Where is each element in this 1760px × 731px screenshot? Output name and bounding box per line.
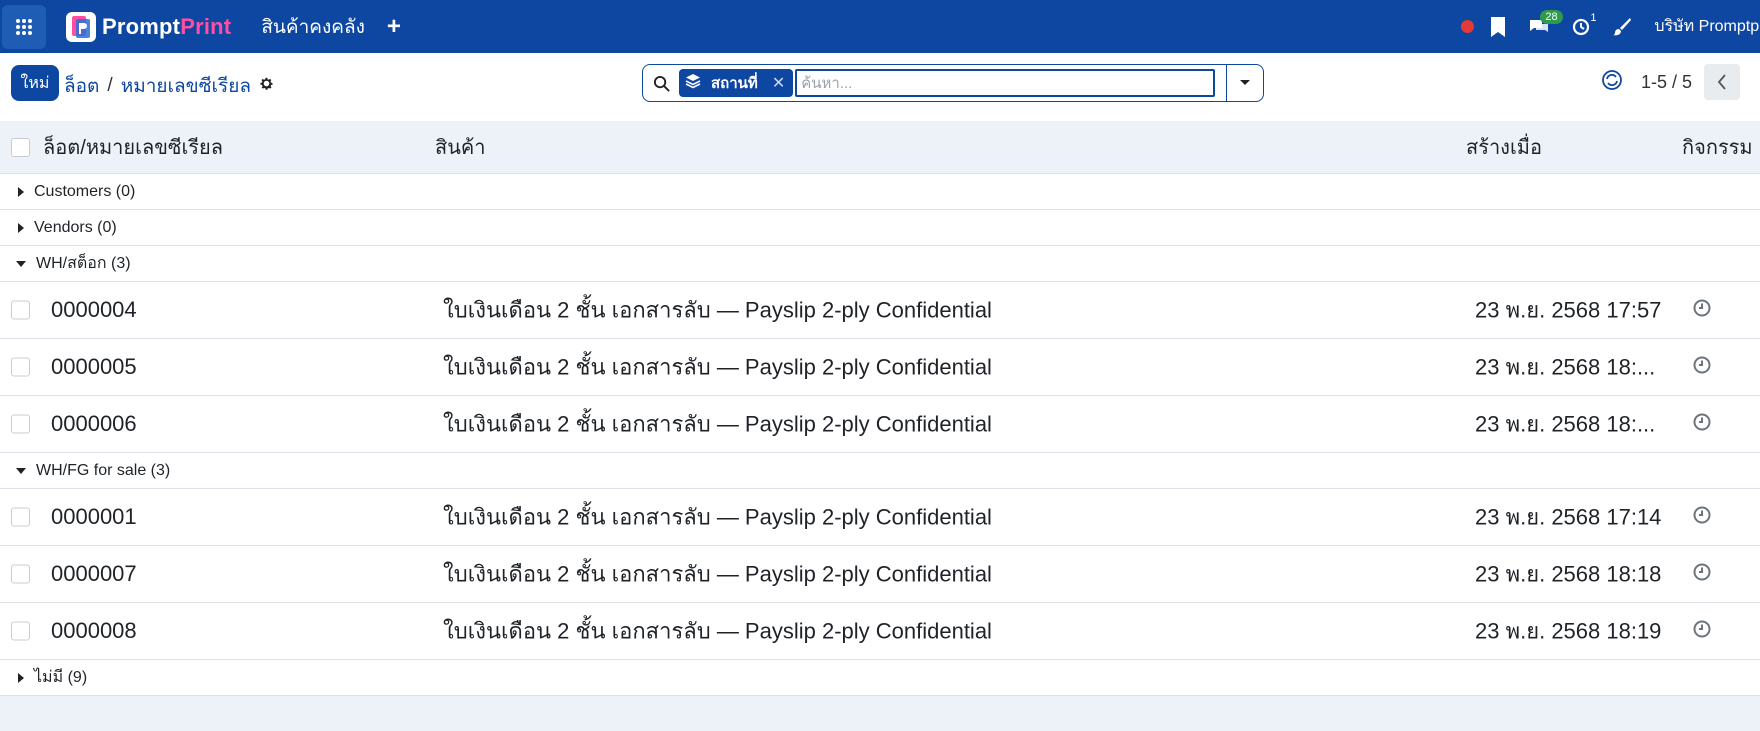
bookmark-icon[interactable] bbox=[1490, 16, 1506, 37]
activities-count: 1 bbox=[1590, 11, 1597, 24]
cell-lot-number: 0000007 bbox=[51, 561, 137, 586]
activities-icon[interactable]: 1 bbox=[1572, 12, 1596, 36]
messages-count-badge: 28 bbox=[1540, 9, 1563, 24]
row-checkbox[interactable] bbox=[11, 357, 30, 377]
gear-icon[interactable] bbox=[259, 75, 274, 97]
group-label: Customers (0) bbox=[34, 182, 136, 200]
cell-lot-number: 0000004 bbox=[51, 297, 137, 322]
cell-product: ใบเงินเดือน 2 ชั้น เอกสารลับ — Payslip 2… bbox=[443, 618, 992, 644]
table-header: ล็อต/หมายเลขซีเรียล สินค้า สร้างเมื่อ กิ… bbox=[0, 121, 1760, 174]
cell-product: ใบเงินเดือน 2 ชั้น เอกสารลับ — Payslip 2… bbox=[443, 354, 992, 380]
group-row[interactable]: Customers (0) bbox=[0, 174, 1760, 210]
breadcrumb-parent-link[interactable]: ล็อต bbox=[64, 71, 99, 101]
top-navbar: PromptPrint สินค้าคงคลัง + 28 1 บริษัท P… bbox=[0, 0, 1760, 54]
search-icon bbox=[643, 75, 679, 92]
row-checkbox[interactable] bbox=[11, 414, 30, 434]
column-header-created[interactable]: สร้างเมื่อ bbox=[1466, 131, 1542, 163]
breadcrumb-separator: / bbox=[107, 75, 113, 96]
activity-clock-icon[interactable] bbox=[1693, 504, 1711, 530]
group-row[interactable]: Vendors (0) bbox=[0, 210, 1760, 246]
pager: 1-5 / 5 bbox=[1601, 64, 1740, 100]
brush-icon[interactable] bbox=[1612, 17, 1632, 37]
table-row[interactable]: 0000001 ใบเงินเดือน 2 ชั้น เอกสารลับ — Pa… bbox=[0, 489, 1760, 546]
activity-clock-icon[interactable] bbox=[1693, 297, 1711, 323]
caret-right-icon bbox=[18, 222, 24, 233]
group-row[interactable]: WH/สต็อก (3) bbox=[0, 246, 1760, 282]
group-label: WH/FG for sale (3) bbox=[36, 461, 171, 479]
caret-right-icon bbox=[18, 672, 24, 683]
control-panel: ใหม่ ล็อต / หมายเลขซีเรียล สถานที่ ✕ 1-5… bbox=[0, 53, 1760, 121]
cell-created-date: 23 พ.ย. 2568 18:... bbox=[1475, 411, 1656, 437]
table-row[interactable]: 0000008 ใบเงินเดือน 2 ชั้น เอกสารลับ — Pa… bbox=[0, 603, 1760, 660]
activity-clock-icon[interactable] bbox=[1693, 561, 1711, 587]
group-row[interactable]: WH/FG for sale (3) bbox=[0, 453, 1760, 489]
brand-logo[interactable]: PromptPrint bbox=[66, 11, 232, 42]
table-row[interactable]: 0000004 ใบเงินเดือน 2 ชั้น เอกสารลับ — Pa… bbox=[0, 282, 1760, 339]
group-label: WH/สต็อก (3) bbox=[36, 255, 131, 272]
search-facet-location: สถานที่ ✕ bbox=[679, 69, 794, 97]
breadcrumb: ล็อต / หมายเลขซีเรียล bbox=[64, 71, 274, 101]
cell-created-date: 23 พ.ย. 2568 17:14 bbox=[1475, 504, 1662, 530]
recording-indicator-icon[interactable] bbox=[1461, 20, 1475, 33]
caret-down-icon bbox=[16, 467, 26, 474]
facet-label: สถานที่ bbox=[711, 75, 758, 92]
row-checkbox[interactable] bbox=[11, 507, 30, 527]
table-row[interactable]: 0000007 ใบเงินเดือน 2 ชั้น เอกสารลับ — Pa… bbox=[0, 546, 1760, 603]
cell-created-date: 23 พ.ย. 2568 18:19 bbox=[1475, 618, 1662, 644]
activity-clock-icon[interactable] bbox=[1693, 411, 1711, 437]
layers-icon bbox=[685, 73, 701, 93]
search-bar: สถานที่ ✕ bbox=[642, 64, 1264, 102]
caret-right-icon bbox=[18, 186, 24, 197]
menu-inventory[interactable]: สินค้าคงคลัง bbox=[261, 12, 365, 42]
activity-clock-icon[interactable] bbox=[1693, 618, 1711, 644]
search-options-toggle[interactable] bbox=[1226, 65, 1263, 101]
company-switcher[interactable]: บริษัท Promptpri bbox=[1654, 14, 1760, 39]
group-label: ไม่มี (9) bbox=[34, 669, 88, 686]
pager-value[interactable]: 1-5 / 5 bbox=[1641, 72, 1692, 93]
cell-created-date: 23 พ.ย. 2568 18:18 bbox=[1475, 561, 1662, 587]
table-body: Customers (0) Vendors (0) WH/สต็อก (3) 0000… bbox=[0, 174, 1760, 696]
cell-created-date: 23 พ.ย. 2568 18:... bbox=[1475, 354, 1656, 380]
lot-serial-list: ล็อต/หมายเลขซีเรียล สินค้า สร้างเมื่อ กิ… bbox=[0, 121, 1760, 731]
caret-down-icon bbox=[1240, 80, 1250, 85]
breadcrumb-current: หมายเลขซีเรียล bbox=[120, 76, 252, 97]
facet-remove-icon[interactable]: ✕ bbox=[772, 73, 785, 93]
row-checkbox[interactable] bbox=[11, 564, 30, 584]
column-header-product[interactable]: สินค้า bbox=[435, 131, 486, 163]
list-footer-space bbox=[0, 696, 1760, 731]
cell-product: ใบเงินเดือน 2 ชั้น เอกสารลับ — Payslip 2… bbox=[443, 297, 992, 323]
refresh-icon[interactable] bbox=[1601, 69, 1623, 96]
activity-clock-icon[interactable] bbox=[1693, 354, 1711, 380]
group-row[interactable]: ไม่มี (9) bbox=[0, 660, 1760, 696]
search-input[interactable] bbox=[795, 69, 1216, 97]
row-checkbox[interactable] bbox=[11, 300, 30, 320]
cell-lot-number: 0000001 bbox=[51, 504, 137, 529]
brand-name: PromptPrint bbox=[102, 13, 232, 39]
cell-lot-number: 0000008 bbox=[51, 618, 137, 643]
caret-down-icon bbox=[16, 260, 26, 267]
pager-previous-button[interactable] bbox=[1704, 64, 1740, 100]
cell-product: ใบเงินเดือน 2 ชั้น เอกสารลับ — Payslip 2… bbox=[443, 561, 992, 587]
chevron-left-icon bbox=[1717, 74, 1726, 90]
cell-lot-number: 0000006 bbox=[51, 411, 137, 436]
table-row[interactable]: 0000005 ใบเงินเดือน 2 ชั้น เอกสารลับ — Pa… bbox=[0, 339, 1760, 396]
table-row[interactable]: 0000006 ใบเงินเดือน 2 ชั้น เอกสารลับ — Pa… bbox=[0, 396, 1760, 453]
cell-product: ใบเงินเดือน 2 ชั้น เอกสารลับ — Payslip 2… bbox=[443, 504, 992, 530]
apps-menu-icon[interactable] bbox=[2, 4, 46, 49]
cell-lot-number: 0000005 bbox=[51, 354, 137, 379]
group-label: Vendors (0) bbox=[34, 218, 117, 236]
cell-created-date: 23 พ.ย. 2568 17:57 bbox=[1475, 297, 1662, 323]
messages-icon[interactable]: 28 bbox=[1528, 9, 1563, 36]
cell-product: ใบเงินเดือน 2 ชั้น เอกสารลับ — Payslip 2… bbox=[443, 411, 992, 437]
quick-create-button[interactable]: + bbox=[387, 13, 401, 41]
brand-logo-icon bbox=[66, 11, 96, 42]
column-header-lot[interactable]: ล็อต/หมายเลขซีเรียล bbox=[43, 131, 223, 163]
new-button[interactable]: ใหม่ bbox=[11, 65, 59, 101]
column-header-activity[interactable]: กิจกรรม bbox=[1682, 131, 1753, 163]
select-all-checkbox[interactable] bbox=[11, 138, 30, 157]
row-checkbox[interactable] bbox=[11, 621, 30, 641]
